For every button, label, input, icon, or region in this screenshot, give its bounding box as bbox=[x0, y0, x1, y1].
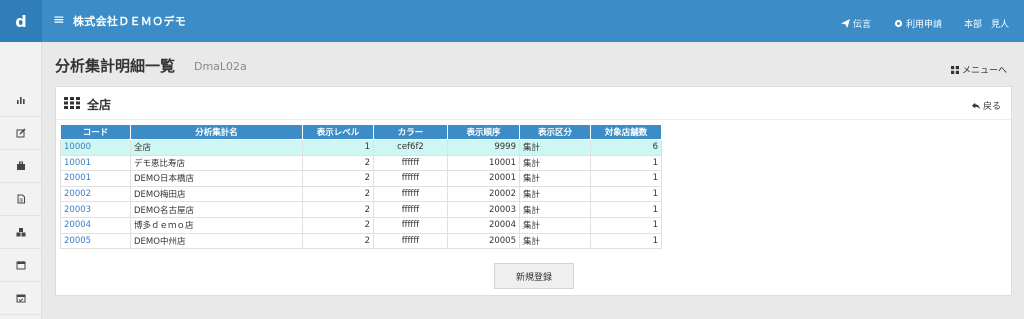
row-division: 集計 bbox=[519, 139, 591, 156]
sidebar bbox=[0, 42, 42, 319]
row-color: ffffff bbox=[373, 185, 448, 203]
th-grid-icon bbox=[64, 97, 80, 109]
user-menu[interactable]: 本部 見人 bbox=[964, 17, 1009, 30]
edit-icon[interactable] bbox=[0, 117, 42, 150]
row-level: 2 bbox=[302, 201, 374, 218]
row-color: cef6f2 bbox=[373, 139, 448, 156]
row-name: DEMO名古屋店 bbox=[130, 201, 303, 218]
hamburger-menu-icon[interactable]: ≡ bbox=[53, 12, 65, 28]
row-division: 集計 bbox=[519, 201, 591, 218]
briefcase-icon[interactable] bbox=[0, 150, 42, 183]
col-level: 表示レベル bbox=[302, 124, 374, 140]
row-division: 集計 bbox=[519, 216, 591, 234]
row-division: 集計 bbox=[519, 232, 591, 250]
row-level: 2 bbox=[302, 232, 374, 250]
row-order: 20003 bbox=[447, 201, 520, 218]
row-store-count: 1 bbox=[590, 154, 662, 172]
row-code-link[interactable]: 10000 bbox=[60, 139, 131, 156]
row-color: ffffff bbox=[373, 216, 448, 234]
calendar-icon[interactable] bbox=[0, 249, 42, 282]
row-order: 10001 bbox=[447, 154, 520, 172]
row-store-count: 1 bbox=[590, 216, 662, 234]
col-code: コード bbox=[60, 124, 131, 140]
row-color: ffffff bbox=[373, 154, 448, 172]
row-color: ffffff bbox=[373, 170, 448, 187]
table-row: 20001 DEMO日本橋店 2 ffffff 20001 集計 1 bbox=[60, 170, 662, 187]
row-store-count: 1 bbox=[590, 201, 662, 218]
row-name: DEMO日本橋店 bbox=[130, 170, 303, 187]
table-row: 20004 博多ｄｅｍｏ店 2 ffffff 20004 集計 1 bbox=[60, 216, 662, 234]
analysis-table: コード 分析集計名 表示レベル カラー 表示順序 表示区分 対象店舗数 1000… bbox=[60, 124, 662, 250]
document-icon[interactable] bbox=[0, 183, 42, 216]
menu-link-label: メニューへ bbox=[962, 66, 1008, 76]
row-code-link[interactable]: 20005 bbox=[60, 232, 131, 250]
new-register-button[interactable]: 新規登録 bbox=[494, 263, 574, 289]
bar-chart-icon[interactable] bbox=[0, 84, 42, 117]
message-label: 伝言 bbox=[853, 20, 872, 30]
row-store-count: 1 bbox=[590, 185, 662, 203]
app-logo[interactable]: d bbox=[0, 0, 42, 42]
table-row: 20002 DEMO梅田店 2 ffffff 20002 集計 1 bbox=[60, 185, 662, 203]
apply-link[interactable]: 利用申請 bbox=[894, 17, 942, 30]
company-name: 株式会社ＤＥＭＯデモ bbox=[73, 15, 186, 28]
row-name: 全店 bbox=[130, 139, 303, 156]
row-color: ffffff bbox=[373, 232, 448, 250]
row-name: デモ恵比寿店 bbox=[130, 154, 303, 172]
back-link[interactable]: 戻る bbox=[972, 99, 1001, 112]
main-panel: 全店 戻る コード 分析集計名 表示レベル カラー 表示順序 表示区分 対象店舗… bbox=[55, 86, 1012, 296]
message-link[interactable]: 伝言 bbox=[841, 17, 871, 30]
user-name: 本部 見人 bbox=[964, 20, 1010, 30]
row-name: 博多ｄｅｍｏ店 bbox=[130, 216, 303, 234]
row-division: 集計 bbox=[519, 170, 591, 187]
row-level: 2 bbox=[302, 185, 374, 203]
page-title: 分析集計明細一覧 bbox=[55, 57, 176, 75]
reply-arrow-icon bbox=[972, 102, 980, 109]
page-subtitle: DmaL02a bbox=[194, 60, 247, 73]
col-color: カラー bbox=[373, 124, 448, 140]
panel-title: 全店 bbox=[87, 98, 112, 112]
row-code-link[interactable]: 20001 bbox=[60, 170, 131, 187]
row-order: 20005 bbox=[447, 232, 520, 250]
panel-header: 全店 戻る bbox=[56, 87, 1011, 120]
row-store-count: 1 bbox=[590, 232, 662, 250]
row-store-count: 6 bbox=[590, 139, 662, 156]
apply-label: 利用申請 bbox=[906, 20, 943, 30]
cubes-icon[interactable] bbox=[0, 216, 42, 249]
table-row: 10001 デモ恵比寿店 2 ffffff 10001 集計 1 bbox=[60, 154, 662, 172]
row-order: 20002 bbox=[447, 185, 520, 203]
table-row: 10000 全店 1 cef6f2 9999 集計 6 bbox=[60, 139, 662, 156]
row-name: DEMO梅田店 bbox=[130, 185, 303, 203]
row-level: 2 bbox=[302, 216, 374, 234]
calendar-check-icon[interactable] bbox=[0, 282, 42, 315]
back-label: 戻る bbox=[983, 102, 1002, 112]
row-code-link[interactable]: 20002 bbox=[60, 185, 131, 203]
grid-icon bbox=[951, 65, 959, 74]
top-navbar: d ≡ 株式会社ＤＥＭＯデモ 伝言 利用申請 本部 見人 bbox=[0, 0, 1024, 42]
row-order: 9999 bbox=[447, 139, 520, 156]
table-row: 20005 DEMO中州店 2 ffffff 20005 集計 1 bbox=[60, 232, 662, 250]
row-color: ffffff bbox=[373, 201, 448, 218]
row-level: 2 bbox=[302, 170, 374, 187]
col-store-count: 対象店舗数 bbox=[590, 124, 662, 140]
row-level: 2 bbox=[302, 154, 374, 172]
paper-plane-icon bbox=[841, 19, 850, 28]
col-division: 表示区分 bbox=[519, 124, 591, 140]
gear-icon bbox=[894, 19, 903, 28]
row-level: 1 bbox=[302, 139, 374, 156]
row-division: 集計 bbox=[519, 154, 591, 172]
row-name: DEMO中州店 bbox=[130, 232, 303, 250]
row-store-count: 1 bbox=[590, 170, 662, 187]
row-code-link[interactable]: 20003 bbox=[60, 201, 131, 218]
row-code-link[interactable]: 20004 bbox=[60, 216, 131, 234]
table-row: 20003 DEMO名古屋店 2 ffffff 20003 集計 1 bbox=[60, 201, 662, 218]
row-code-link[interactable]: 10001 bbox=[60, 154, 131, 172]
col-name: 分析集計名 bbox=[130, 124, 303, 140]
row-order: 20001 bbox=[447, 170, 520, 187]
menu-link[interactable]: メニューへ bbox=[951, 63, 1007, 76]
table-header-row: コード 分析集計名 表示レベル カラー 表示順序 表示区分 対象店舗数 bbox=[60, 124, 662, 140]
row-order: 20004 bbox=[447, 216, 520, 234]
row-division: 集計 bbox=[519, 185, 591, 203]
col-order: 表示順序 bbox=[447, 124, 520, 140]
